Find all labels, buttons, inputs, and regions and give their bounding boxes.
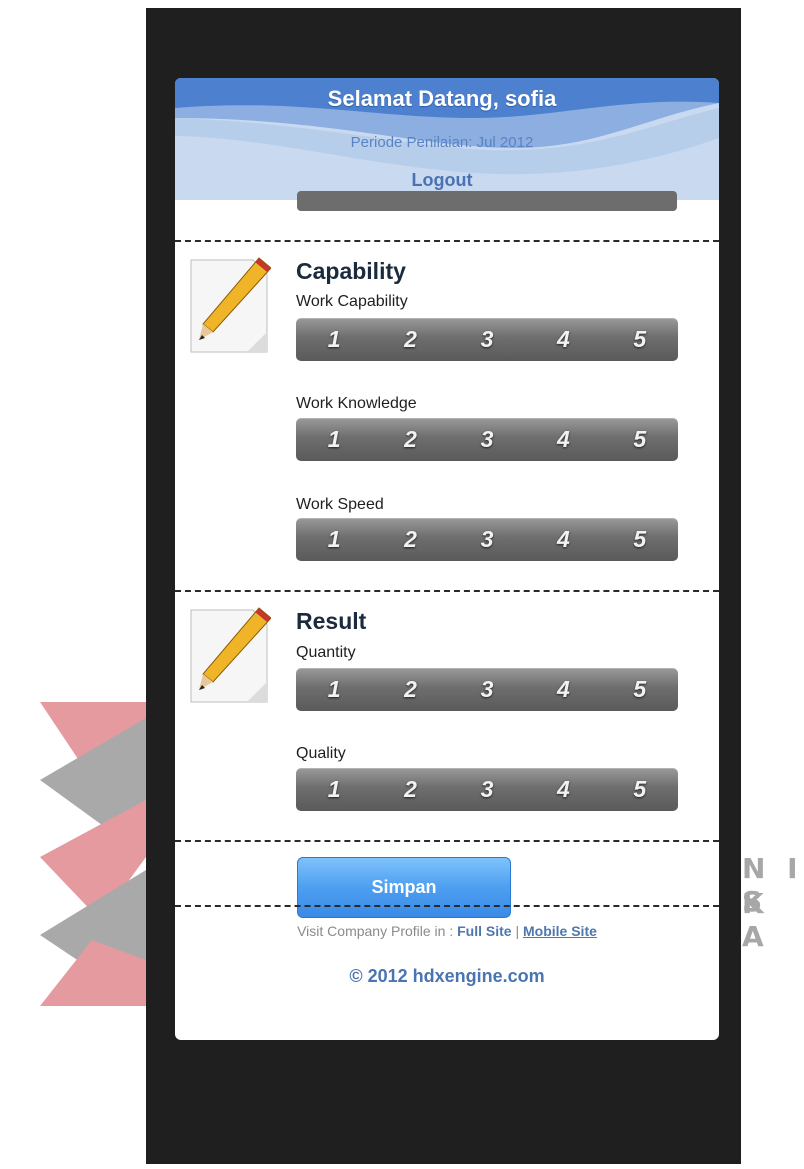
mobile-screen: Selamat Datang, sofia Periode Penilaian:… (175, 78, 719, 1040)
full-site-link[interactable]: Full Site (457, 923, 511, 939)
rating-option-2[interactable]: 2 (373, 776, 449, 803)
rating-option-4[interactable]: 4 (525, 776, 601, 803)
rating-quantity[interactable]: 1 2 3 4 5 (296, 668, 678, 711)
rating-work-knowledge[interactable]: 1 2 3 4 5 (296, 418, 678, 461)
rating-option-1[interactable]: 1 (296, 426, 372, 453)
pencil-paper-icon (187, 604, 272, 704)
mobile-site-link[interactable]: Mobile Site (523, 923, 597, 939)
rating-option-2[interactable]: 2 (373, 526, 449, 553)
rating-option-3[interactable]: 3 (449, 776, 525, 803)
item-label: Work Knowledge (296, 395, 417, 412)
rating-option-4[interactable]: 4 (525, 326, 601, 353)
section-title-result: Result (296, 608, 367, 634)
previous-rating-bar[interactable] (297, 191, 677, 211)
header: Selamat Datang, sofia Periode Penilaian:… (175, 78, 719, 200)
watermark-text-2: K A (742, 887, 770, 953)
rating-option-1[interactable]: 1 (296, 776, 372, 803)
item-label: Quantity (296, 644, 356, 661)
rating-option-5[interactable]: 5 (602, 776, 678, 803)
rating-option-2[interactable]: 2 (373, 326, 449, 353)
pencil-paper-icon (187, 254, 272, 354)
rating-option-4[interactable]: 4 (525, 526, 601, 553)
rating-option-3[interactable]: 3 (449, 326, 525, 353)
logout-link[interactable]: Logout (175, 170, 709, 191)
item-label: Work Speed (296, 496, 384, 513)
rating-option-1[interactable]: 1 (296, 326, 372, 353)
rating-option-2[interactable]: 2 (373, 426, 449, 453)
rating-option-3[interactable]: 3 (449, 426, 525, 453)
rating-option-5[interactable]: 5 (602, 426, 678, 453)
rating-quality[interactable]: 1 2 3 4 5 (296, 768, 678, 811)
rating-option-2[interactable]: 2 (373, 676, 449, 703)
divider (175, 840, 719, 842)
footer-separator: | (511, 923, 523, 939)
copyright-text: © 2012 hdxengine.com (349, 966, 545, 986)
rating-option-1[interactable]: 1 (296, 526, 372, 553)
rating-option-4[interactable]: 4 (525, 426, 601, 453)
footer-prefix: Visit Company Profile in : (297, 923, 458, 939)
rating-option-5[interactable]: 5 (602, 326, 678, 353)
rating-option-5[interactable]: 5 (602, 676, 678, 703)
section-title-capability: Capability (296, 258, 406, 284)
simpan-button[interactable]: Simpan (297, 857, 511, 918)
periode-text: Periode Penilaian: Jul 2012 (350, 134, 534, 151)
rating-option-1[interactable]: 1 (296, 676, 372, 703)
divider (175, 590, 719, 592)
rating-option-4[interactable]: 4 (525, 676, 601, 703)
rating-work-speed[interactable]: 1 2 3 4 5 (296, 518, 678, 561)
rating-option-3[interactable]: 3 (449, 676, 525, 703)
rating-option-3[interactable]: 3 (449, 526, 525, 553)
footer-links: Visit Company Profile in : Full Site | M… (175, 923, 719, 939)
item-label: Work Capability (296, 293, 408, 310)
rating-option-5[interactable]: 5 (602, 526, 678, 553)
rating-work-capability[interactable]: 1 2 3 4 5 (296, 318, 678, 361)
divider (175, 905, 719, 907)
item-label: Quality (296, 745, 346, 762)
welcome-title: Selamat Datang, sofia (327, 86, 557, 111)
divider (175, 240, 719, 242)
